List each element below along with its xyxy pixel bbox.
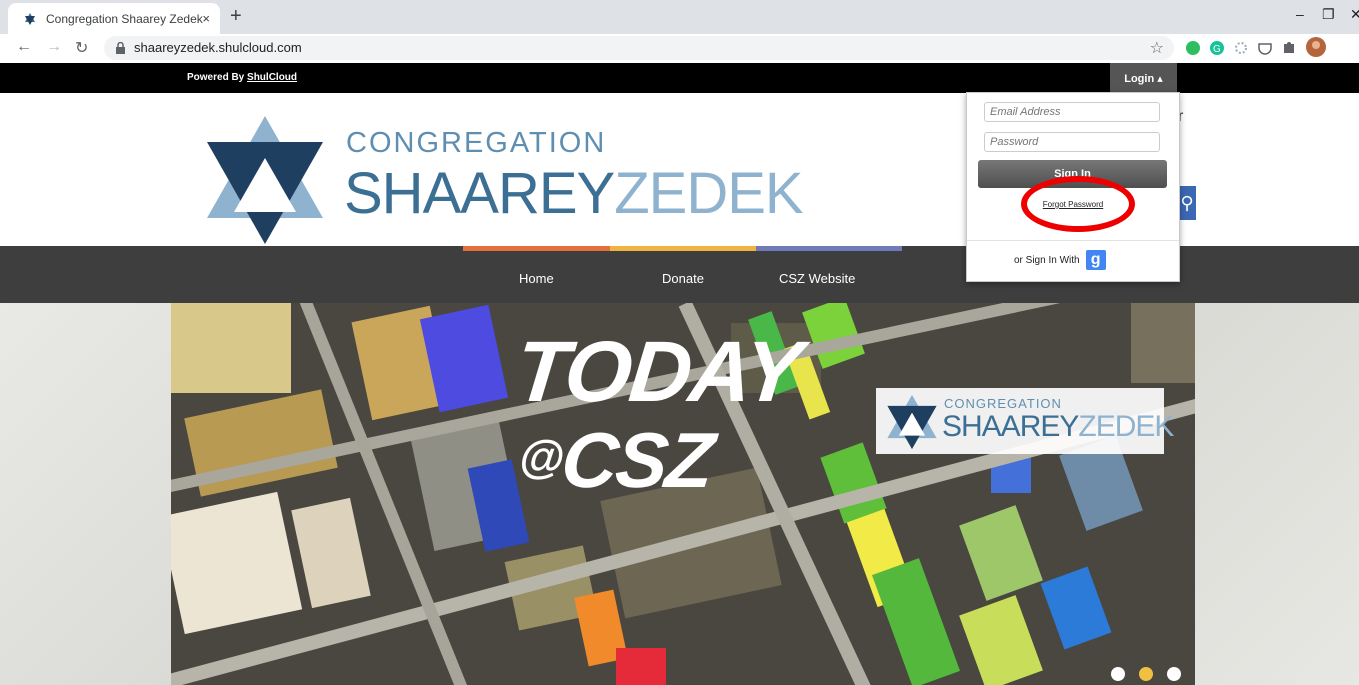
bookmark-star-icon[interactable]: ☆ <box>1150 38 1164 58</box>
highlight-circle-annotation <box>1021 176 1135 232</box>
divider <box>967 240 1179 241</box>
browser-tab-bar: Congregation Shaarey Zedek × + – ❐ ✕ <box>0 0 1359 34</box>
minimize-button[interactable]: – <box>1296 6 1304 22</box>
star-of-david-favicon-icon <box>22 11 38 27</box>
new-tab-button[interactable]: + <box>230 5 242 28</box>
url-text[interactable]: shaareyzedek.shulcloud.com <box>134 40 302 55</box>
hero-logo-name: SHAAREYZEDEK <box>942 410 1174 444</box>
nav-home[interactable]: Home <box>519 271 554 286</box>
slide-dot-1[interactable] <box>1111 667 1125 681</box>
glass-pane <box>871 558 961 685</box>
hero-logo-congregation: CONGREGATION <box>944 396 1062 411</box>
nav-accent-strip <box>463 246 610 251</box>
loading-extension-icon[interactable] <box>1233 40 1249 56</box>
nav-accent-strip <box>756 246 902 251</box>
slide-dot-3[interactable] <box>1167 667 1181 681</box>
logo-shaarey: SHAAREY <box>344 161 615 226</box>
powered-by: Powered By ShulCloud <box>187 72 297 83</box>
close-window-button[interactable]: ✕ <box>1350 6 1359 23</box>
back-arrow-icon[interactable]: ← <box>16 38 32 56</box>
login-button[interactable]: Login ▴ <box>1110 63 1177 93</box>
password-input[interactable] <box>984 132 1160 152</box>
hero-slider[interactable]: TODAY @CSZ CONGREGATION SHAAREYZEDEK <box>171 303 1195 685</box>
star-of-david-logo-icon <box>207 116 323 244</box>
profile-avatar[interactable] <box>1306 37 1326 57</box>
site-top-bar: Powered By ShulCloud Login ▴ <box>0 63 1359 93</box>
extensions-puzzle-icon[interactable] <box>1281 40 1297 56</box>
nav-accent-strip <box>610 246 756 251</box>
social-sign-in: or Sign In With g <box>1014 250 1106 270</box>
nav-donate[interactable]: Donate <box>662 271 704 286</box>
search-icon[interactable]: ⚲ <box>1178 186 1196 220</box>
google-sign-in-icon[interactable]: g <box>1085 250 1106 270</box>
svg-text:G: G <box>1213 44 1221 55</box>
hero-logo-badge: CONGREGATION SHAAREYZEDEK <box>876 388 1174 454</box>
glass-pane <box>959 595 1043 685</box>
glass-pane <box>1131 303 1195 383</box>
email-input[interactable] <box>984 102 1160 122</box>
address-bar[interactable]: shaareyzedek.shulcloud.com ☆ <box>104 36 1174 60</box>
hero-logo-shaarey: SHAAREY <box>942 410 1079 443</box>
hero-at-sign: @ <box>516 431 565 483</box>
glass-pane <box>171 491 303 635</box>
logo-congregation-text: CONGREGATION <box>346 127 607 159</box>
hero-csz-text: CSZ <box>557 416 717 504</box>
hero-headline-csz: @CSZ <box>514 415 717 506</box>
hero-headline-today: TODAY <box>511 324 805 420</box>
hero-logo-zedek: ZEDEK <box>1078 410 1174 443</box>
glass-pane <box>616 648 666 685</box>
or-sign-in-with-label: or Sign In With <box>1014 254 1080 266</box>
logo-zedek: ZEDEK <box>614 161 803 226</box>
pocket-extension-icon[interactable] <box>1257 40 1273 56</box>
reload-icon[interactable]: ↻ <box>75 38 88 58</box>
tab-title: Congregation Shaarey Zedek <box>46 11 203 26</box>
lock-icon[interactable] <box>116 41 125 59</box>
browser-tab[interactable]: Congregation Shaarey Zedek × <box>8 3 220 34</box>
glass-pane <box>959 505 1043 601</box>
evernote-extension-icon[interactable] <box>1185 40 1201 56</box>
powered-by-label: Powered By <box>187 72 248 83</box>
browser-toolbar: ← → ↻ shaareyzedek.shulcloud.com ☆ G <box>0 34 1359 64</box>
grammarly-extension-icon[interactable]: G <box>1209 40 1225 56</box>
glass-pane <box>1040 566 1112 650</box>
slide-dot-2-active[interactable] <box>1139 667 1153 681</box>
logo-name-text: SHAAREYZEDEK <box>344 160 804 227</box>
site-logo[interactable]: CONGREGATION SHAAREYZEDEK <box>188 110 804 245</box>
glass-pane <box>171 303 291 393</box>
shulcloud-link[interactable]: ShulCloud <box>247 72 297 83</box>
nav-csz-website[interactable]: CSZ Website <box>779 271 855 286</box>
star-of-david-icon <box>887 394 937 450</box>
restore-button[interactable]: ❐ <box>1322 6 1335 23</box>
glass-pane <box>291 497 371 609</box>
tab-close-icon[interactable]: × <box>202 11 210 26</box>
forward-arrow-icon[interactable]: → <box>46 38 62 56</box>
